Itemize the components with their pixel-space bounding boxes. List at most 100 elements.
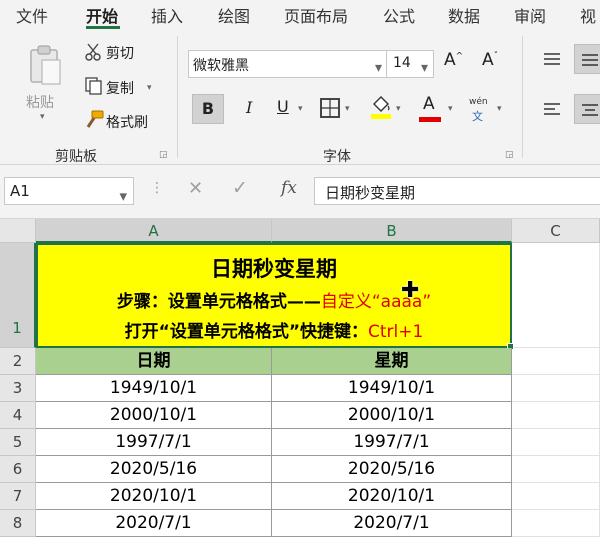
- align-center-button[interactable]: [574, 94, 600, 124]
- cell-c8[interactable]: [512, 510, 600, 537]
- phonetic-guide-button[interactable]: wén: [469, 97, 488, 107]
- cell-cursor-icon: ✚: [401, 278, 420, 303]
- row-header-5[interactable]: 5: [0, 429, 36, 456]
- format-painter-button[interactable]: 格式刷: [106, 112, 148, 132]
- tab-view[interactable]: 视: [580, 3, 596, 27]
- row-header-4[interactable]: 4: [0, 402, 36, 429]
- ribbon-divider: [177, 36, 178, 158]
- font-size-select[interactable]: 14 ▾: [386, 50, 434, 78]
- tab-review[interactable]: 审阅: [514, 3, 546, 27]
- clipboard-launcher-icon[interactable]: ◲: [159, 150, 168, 160]
- date-cell[interactable]: 1997/7/1: [36, 429, 272, 456]
- name-box[interactable]: A1 ▾: [4, 177, 134, 205]
- fill-color-icon[interactable]: [370, 94, 392, 120]
- spreadsheet-grid: A B C 1 2 3 4 5 6 7 8 日期秒变星期 步骤：设置单元格格式—…: [0, 219, 600, 553]
- weekday-cell[interactable]: 2000/10/1: [272, 402, 512, 429]
- date-cell[interactable]: 2000/10/1: [36, 402, 272, 429]
- font-name-select[interactable]: 微软雅黑 ▾: [188, 50, 388, 78]
- weekday-cell[interactable]: 2020/7/1: [272, 510, 512, 537]
- italic-button[interactable]: I: [246, 98, 252, 117]
- row-header-3[interactable]: 3: [0, 375, 36, 402]
- font-launcher-icon[interactable]: ◲: [505, 150, 514, 160]
- fill-color-dropdown-arrow[interactable]: ▾: [396, 104, 401, 114]
- tab-file[interactable]: 文件: [16, 3, 48, 27]
- tab-data[interactable]: 数据: [448, 3, 480, 27]
- align-center-icon: [582, 104, 598, 116]
- bold-button[interactable]: B: [192, 94, 224, 124]
- formula-input[interactable]: 日期秒变星期: [314, 177, 600, 205]
- cell-c2[interactable]: [512, 348, 600, 375]
- borders-icon[interactable]: [320, 98, 340, 118]
- row-header-8[interactable]: 8: [0, 510, 36, 537]
- title-text: 日期秒变星期: [211, 257, 337, 281]
- tab-home[interactable]: 开始: [86, 3, 118, 27]
- chevron-down-icon: ▾: [119, 187, 127, 205]
- phonetic-dropdown-arrow[interactable]: ▾: [497, 104, 502, 114]
- column-header-a[interactable]: A: [36, 219, 272, 243]
- weekday-cell[interactable]: 2020/5/16: [272, 456, 512, 483]
- select-all-button[interactable]: [0, 219, 36, 243]
- enter-icon[interactable]: ✓: [232, 177, 248, 199]
- header-cell-date[interactable]: 日期: [36, 348, 272, 375]
- steps-line: 步骤：设置单元格格式——自定义“aaaa”: [38, 287, 510, 312]
- column-header-b[interactable]: B: [272, 219, 512, 243]
- font-group-label: 字体: [323, 149, 351, 165]
- align-middle-button[interactable]: [574, 44, 600, 74]
- align-middle-icon: [582, 54, 598, 66]
- copy-icon: [85, 77, 102, 95]
- ribbon: 粘贴 ▾ 剪切 复制 ▾ 格式刷 剪贴板 ◲ 微软雅黑 ▾ 14 ▾ A^ Aˇ…: [0, 30, 600, 165]
- name-box-value: A1: [10, 182, 30, 200]
- underline-dropdown-arrow[interactable]: ▾: [298, 104, 303, 114]
- row-header-6[interactable]: 6: [0, 456, 36, 483]
- paste-dropdown-arrow[interactable]: ▾: [40, 112, 45, 122]
- font-name-value: 微软雅黑: [193, 58, 249, 74]
- font-color-button[interactable]: A: [423, 94, 435, 114]
- paste-button[interactable]: 粘贴: [26, 92, 54, 112]
- row-header-2[interactable]: 2: [0, 348, 36, 375]
- copy-dropdown-arrow[interactable]: ▾: [147, 83, 152, 93]
- borders-dropdown-arrow[interactable]: ▾: [345, 104, 350, 114]
- underline-button[interactable]: U: [277, 97, 289, 116]
- shrink-font-button[interactable]: Aˇ: [482, 50, 498, 70]
- weekday-cell[interactable]: 1949/10/1: [272, 375, 512, 402]
- active-tab-indicator: [86, 26, 120, 29]
- date-cell[interactable]: 2020/7/1: [36, 510, 272, 537]
- cell-c6[interactable]: [512, 456, 600, 483]
- tab-formulas[interactable]: 公式: [383, 3, 415, 27]
- align-top-icon[interactable]: [543, 52, 561, 66]
- date-cell[interactable]: 2020/5/16: [36, 456, 272, 483]
- font-color-swatch: [419, 117, 441, 122]
- ribbon-divider: [522, 36, 523, 158]
- date-cell[interactable]: 1949/10/1: [36, 375, 272, 402]
- grow-font-button[interactable]: A^: [444, 50, 463, 70]
- shortcut-line: 打开“设置单元格格式”快捷键：Ctrl+1: [38, 317, 510, 342]
- row-header-1[interactable]: 1: [0, 243, 36, 348]
- steps-label: 步骤：设置单元格格式——: [116, 292, 321, 312]
- date-cell[interactable]: 2020/10/1: [36, 483, 272, 510]
- paste-icon[interactable]: [28, 44, 62, 86]
- title-cell-a1[interactable]: 日期秒变星期 步骤：设置单元格格式——自定义“aaaa” 打开“设置单元格格式”…: [36, 243, 512, 348]
- weekday-cell[interactable]: 2020/10/1: [272, 483, 512, 510]
- cell-c1[interactable]: [512, 243, 600, 348]
- cell-c7[interactable]: [512, 483, 600, 510]
- scissors-icon: [85, 43, 101, 61]
- more-options-icon[interactable]: ⋮: [150, 180, 164, 196]
- tab-page-layout[interactable]: 页面布局: [284, 3, 348, 27]
- copy-button[interactable]: 复制: [106, 78, 134, 98]
- header-cell-weekday[interactable]: 星期: [272, 348, 512, 375]
- formula-bar: A1 ▾ ⋮ ✕ ✓ fx 日期秒变星期: [0, 165, 600, 219]
- shortcut-keys: Ctrl+1: [368, 322, 424, 342]
- cancel-icon[interactable]: ✕: [188, 178, 203, 199]
- cell-c3[interactable]: [512, 375, 600, 402]
- cell-c5[interactable]: [512, 429, 600, 456]
- tab-insert[interactable]: 插入: [151, 3, 183, 27]
- tab-draw[interactable]: 绘图: [218, 3, 250, 27]
- cut-button[interactable]: 剪切: [106, 43, 134, 63]
- row-header-7[interactable]: 7: [0, 483, 36, 510]
- align-left-icon[interactable]: [543, 102, 561, 116]
- font-color-dropdown-arrow[interactable]: ▾: [448, 104, 453, 114]
- insert-function-button[interactable]: fx: [281, 178, 297, 198]
- weekday-cell[interactable]: 1997/7/1: [272, 429, 512, 456]
- column-header-c[interactable]: C: [512, 219, 600, 243]
- cell-c4[interactable]: [512, 402, 600, 429]
